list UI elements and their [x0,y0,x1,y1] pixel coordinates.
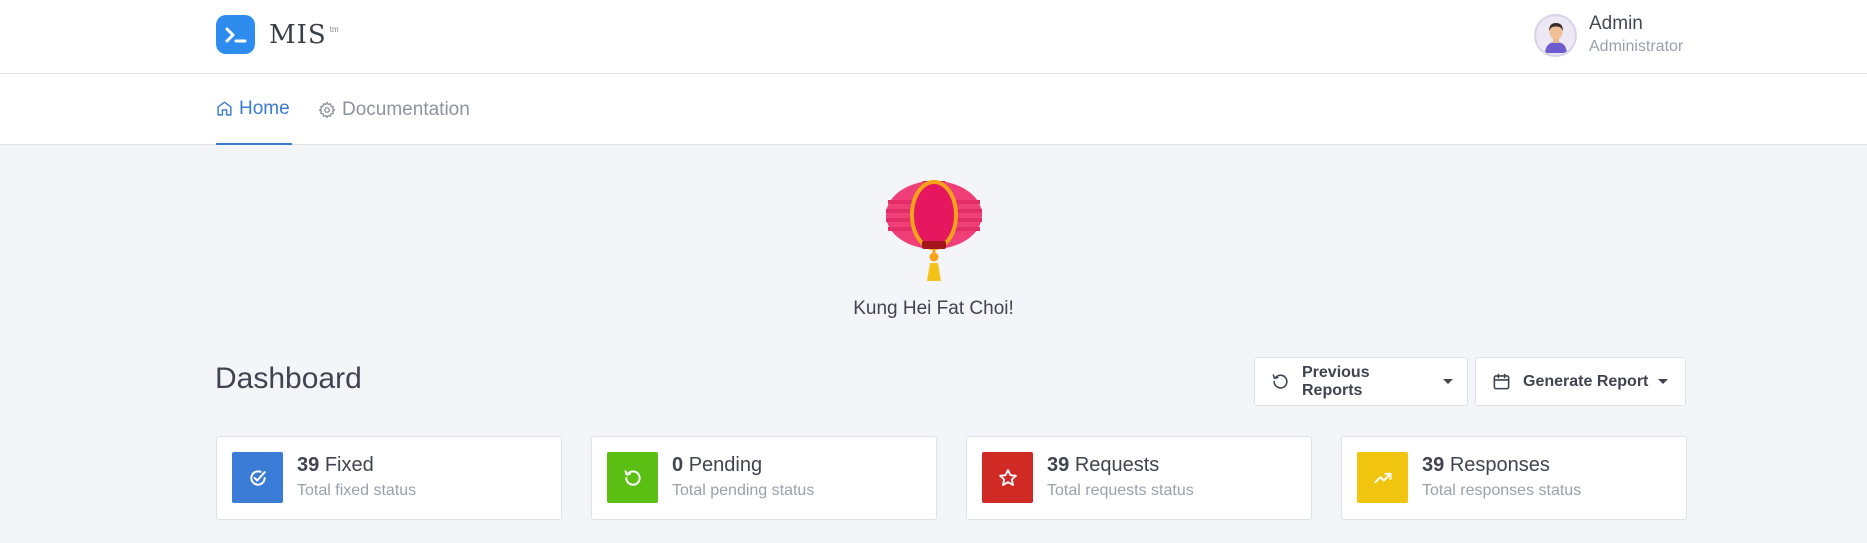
greeting-text: Kung Hei Fat Choi! [853,298,1014,319]
tab-home-label: Home [239,97,290,119]
stat-title: 39 Fixed [297,454,374,477]
chevron-down-icon [1658,379,1669,384]
stat-subtitle: Total requests status [1047,482,1194,499]
stat-value: 39 [1422,454,1445,476]
stat-subtitle: Total fixed status [297,482,417,499]
chevron-down-icon [1443,379,1453,384]
page-title: Dashboard [215,362,362,395]
avatar[interactable] [1534,13,1577,57]
brand[interactable]: MIS tm [216,15,339,54]
stat-card-pending[interactable]: 0 Pending Total pending status [591,436,937,520]
stat-value: 39 [1047,454,1070,476]
stat-label: Requests [1074,454,1160,476]
calendar-icon [1492,372,1511,391]
stat-card-responses[interactable]: 39 Responses Total responses status [1341,436,1687,520]
history-icon [1271,372,1290,391]
generate-report-label: Generate Report [1523,372,1649,390]
refresh-icon [607,452,658,503]
user-name: Admin [1589,13,1643,34]
terminal-icon [216,15,255,54]
stat-title: 39 Requests [1047,454,1159,477]
tab-documentation[interactable]: Documentation [318,74,470,145]
brand-name: MIS [269,20,327,50]
nav-bar: Home Documentation [0,74,1867,145]
stat-card-fixed[interactable]: 39 Fixed Total fixed status [216,436,562,520]
tab-documentation-label: Documentation [342,98,470,120]
stat-label: Pending [688,454,763,476]
trending-up-icon [1357,452,1408,503]
stat-value: 0 [672,454,684,476]
lantern-image [885,180,982,281]
user-role: Administrator [1589,38,1684,55]
previous-reports-button[interactable]: Previous Reports [1254,357,1468,406]
stat-card-requests[interactable]: 39 Requests Total requests status [966,436,1312,520]
user-menu[interactable]: Admin Administrator [1534,12,1683,58]
stat-subtitle: Total responses status [1422,482,1582,499]
tab-home[interactable]: Home [216,74,292,145]
stat-value: 39 [297,454,320,476]
gear-icon [318,101,336,118]
home-icon [217,101,232,116]
brand-trademark: tm [329,25,339,34]
top-header: MIS tm Admin Administrator [0,0,1867,74]
stat-title: 39 Responses [1422,454,1550,477]
check-circle-icon [232,452,283,503]
previous-reports-label: Previous Reports [1302,363,1370,399]
star-icon [982,452,1033,503]
stat-subtitle: Total pending status [672,482,815,499]
stat-label: Fixed [324,454,374,476]
generate-report-button[interactable]: Generate Report [1475,357,1686,406]
stat-title: 0 Pending [672,454,762,477]
festive-banner [0,175,1867,291]
stat-label: Responses [1449,454,1550,476]
